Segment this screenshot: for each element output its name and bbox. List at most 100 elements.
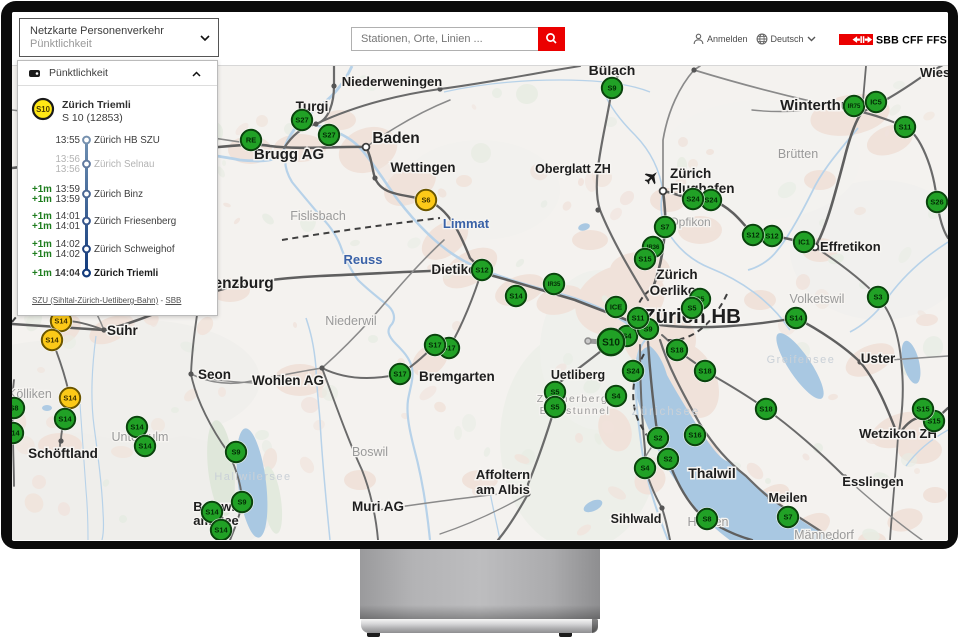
svg-text:S 10 (12853): S 10 (12853) <box>62 112 123 124</box>
svg-text:Zürich HB SZU: Zürich HB SZU <box>94 135 160 146</box>
svg-text:SBB CFF FFS: SBB CFF FFS <box>876 35 947 45</box>
svg-text:S11: S11 <box>899 123 912 132</box>
svg-text:S7: S7 <box>783 513 792 522</box>
svg-text:S8: S8 <box>702 515 711 524</box>
svg-text:S4: S4 <box>640 464 650 473</box>
svg-text:Wettingen: Wettingen <box>391 160 456 175</box>
svg-text:S2: S2 <box>653 434 662 443</box>
svg-text:S2: S2 <box>663 455 672 464</box>
svg-text:14:04: 14:04 <box>55 268 81 279</box>
svg-text:13:55: 13:55 <box>55 135 80 146</box>
svg-text:S15: S15 <box>916 405 929 414</box>
svg-text:Hallwilersee: Hallwilersee <box>214 471 291 483</box>
svg-text:S24: S24 <box>626 367 640 376</box>
svg-text:Zürich: Zürich <box>670 166 711 181</box>
svg-text:S14: S14 <box>130 423 144 432</box>
svg-text:S14: S14 <box>63 394 77 403</box>
svg-text:Zürichsee: Zürichsee <box>632 406 701 418</box>
svg-text:Niederwil: Niederwil <box>325 314 376 328</box>
svg-text:S14: S14 <box>58 415 72 424</box>
svg-text:S5: S5 <box>687 304 696 313</box>
svg-text:Seon: Seon <box>198 367 231 382</box>
svg-text:S9: S9 <box>231 448 240 457</box>
svg-text:Zürich Binz: Zürich Binz <box>94 189 143 200</box>
svg-text:S8: S8 <box>12 404 19 413</box>
svg-text:S14: S14 <box>509 292 523 301</box>
svg-text:IR35: IR35 <box>548 282 561 288</box>
svg-text:S16: S16 <box>688 431 701 440</box>
svg-text:am Albis: am Albis <box>476 482 530 497</box>
svg-text:S12: S12 <box>475 266 488 275</box>
svg-text:S14: S14 <box>12 429 20 438</box>
svg-text:Effretikon: Effretikon <box>820 239 881 254</box>
svg-text:Meilen: Meilen <box>769 491 808 505</box>
svg-text:Uetliberg: Uetliberg <box>551 368 605 382</box>
svg-text:Fislisbach: Fislisbach <box>290 209 346 223</box>
svg-text:S9: S9 <box>237 498 246 507</box>
svg-text:Sihlwald: Sihlwald <box>611 512 662 526</box>
svg-text:S15: S15 <box>638 255 651 264</box>
svg-text:S18: S18 <box>759 405 772 414</box>
svg-text:Baden: Baden <box>372 130 419 147</box>
svg-text:Niederweningen: Niederweningen <box>342 74 442 89</box>
svg-text:13:56: 13:56 <box>55 164 80 175</box>
svg-text:Zürich Triemli: Zürich Triemli <box>94 268 159 279</box>
svg-text:+1m: +1m <box>32 249 52 260</box>
svg-text:Reuss: Reuss <box>343 252 382 267</box>
svg-text:Affoltern: Affoltern <box>476 467 530 482</box>
svg-text:S4: S4 <box>611 392 621 401</box>
svg-text:Bremgarten: Bremgarten <box>419 369 495 384</box>
svg-text:S10: S10 <box>602 338 620 349</box>
svg-text:S14: S14 <box>214 526 228 535</box>
svg-text:S12: S12 <box>746 231 759 240</box>
svg-text:S26: S26 <box>930 198 943 207</box>
svg-text:Bülach: Bülach <box>589 66 636 78</box>
svg-text:Zürich: Zürich <box>656 267 697 282</box>
svg-text:Brütten: Brütten <box>778 147 818 161</box>
svg-text:Suhr: Suhr <box>107 323 138 338</box>
svg-text:Wohlen AG: Wohlen AG <box>252 373 324 388</box>
svg-text:ICE: ICE <box>610 303 622 312</box>
svg-text:S14: S14 <box>789 314 803 323</box>
svg-text:S6: S6 <box>421 196 430 205</box>
svg-text:S24: S24 <box>704 196 718 205</box>
svg-text:S17: S17 <box>393 370 406 379</box>
svg-text:IR75: IR75 <box>848 104 861 110</box>
svg-text:S12: S12 <box>765 232 778 241</box>
svg-text:Thalwil: Thalwil <box>688 465 735 481</box>
svg-text:13:59: 13:59 <box>55 194 80 205</box>
svg-text:Zürich Selnau: Zürich Selnau <box>94 159 154 170</box>
svg-text:+1m: +1m <box>32 268 52 279</box>
svg-text:Zürich Friesenberg: Zürich Friesenberg <box>94 216 176 227</box>
svg-text:RE: RE <box>246 136 256 145</box>
svg-text:14:02: 14:02 <box>55 249 80 260</box>
svg-text:Brugg AG: Brugg AG <box>254 146 324 163</box>
svg-text:Muri AG: Muri AG <box>352 499 404 514</box>
svg-text:S18: S18 <box>670 346 683 355</box>
svg-text:Wiesendangen: Wiesendangen <box>920 66 948 80</box>
svg-text:S27: S27 <box>322 131 335 140</box>
svg-text:+1m: +1m <box>32 194 52 205</box>
svg-text:Oberglatt ZH: Oberglatt ZH <box>535 162 611 176</box>
svg-text:S10: S10 <box>36 105 51 114</box>
svg-text:S18: S18 <box>698 367 711 376</box>
svg-text:Schöftland: Schöftland <box>28 446 98 461</box>
svg-text:S27: S27 <box>295 116 308 125</box>
svg-text:S14: S14 <box>205 508 219 517</box>
svg-text:S14: S14 <box>138 442 152 451</box>
svg-text:Esslingen: Esslingen <box>842 474 903 489</box>
svg-text:S17: S17 <box>428 341 441 350</box>
svg-text:IC5: IC5 <box>870 98 882 107</box>
svg-text:Zürich Schweighof: Zürich Schweighof <box>94 244 175 255</box>
svg-text:Zürich Triemli: Zürich Triemli <box>62 99 131 111</box>
svg-text:S7: S7 <box>660 223 669 232</box>
svg-text:Limmat: Limmat <box>443 216 490 231</box>
svg-text:S14: S14 <box>45 336 59 345</box>
svg-text:S24: S24 <box>686 195 700 204</box>
svg-text:S11: S11 <box>632 314 645 323</box>
svg-text:S9: S9 <box>607 84 616 93</box>
svg-text:Boswil: Boswil <box>352 445 388 459</box>
svg-text:Männedorf: Männedorf <box>794 528 854 540</box>
svg-text:S14: S14 <box>54 317 68 326</box>
svg-text:S5: S5 <box>550 403 559 412</box>
